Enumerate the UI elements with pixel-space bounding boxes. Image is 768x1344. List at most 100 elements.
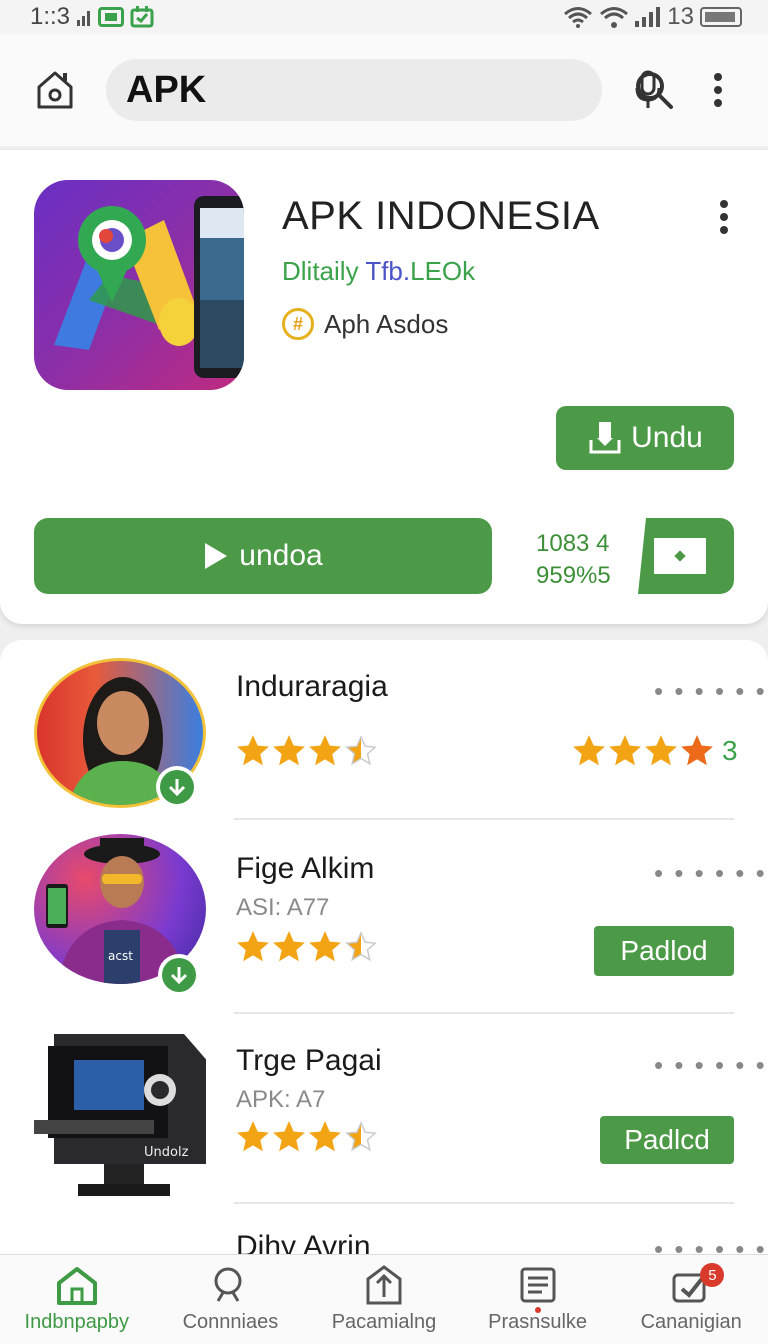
home-button[interactable] bbox=[26, 61, 84, 119]
nav-item-search[interactable]: Connniaes bbox=[154, 1255, 308, 1344]
star-icon bbox=[681, 735, 713, 766]
list-item[interactable]: Induraragia • • • • • • 3 bbox=[0, 640, 768, 820]
nav-label: Connniaes bbox=[182, 1311, 279, 1333]
star-icon bbox=[237, 931, 269, 962]
download-button[interactable]: Padlod bbox=[594, 926, 734, 976]
app-more-button[interactable] bbox=[712, 198, 736, 238]
list-item-title: Trge Pagai bbox=[236, 1044, 382, 1077]
list-item-more-button[interactable]: • • • • • • bbox=[654, 860, 767, 886]
list-item-title: Fige Alkim bbox=[236, 852, 375, 885]
app-subtitle-green: Dlitaily bbox=[282, 256, 366, 286]
nav-label: Cananigian bbox=[640, 1311, 742, 1333]
nav-item-notifications[interactable]: 5 Cananigian bbox=[614, 1255, 768, 1344]
rating-stars bbox=[236, 930, 378, 964]
list-item-more-button[interactable]: • • • • • • bbox=[654, 678, 767, 704]
calendar-check-icon bbox=[130, 6, 154, 28]
list-item[interactable]: acst Fige Alkim ASI: A77 • • • • • • Pad… bbox=[0, 820, 768, 1014]
list-item-more-button[interactable]: • • • • • • bbox=[654, 1052, 767, 1078]
battery-icon bbox=[700, 7, 742, 27]
nav-item-upload[interactable]: Pacamialng bbox=[307, 1255, 461, 1344]
app-subtitle-blue[interactable]: Tfb. bbox=[365, 256, 410, 286]
download-badge[interactable] bbox=[158, 954, 200, 996]
list-item[interactable]: Dihy Avrin • • • • • • bbox=[0, 1204, 768, 1256]
featured-app-card: APK INDONESIA Dlitaily Tfb.LEOk # Aph As… bbox=[0, 150, 768, 624]
document-list-icon bbox=[520, 1267, 556, 1303]
download-box-icon bbox=[589, 422, 621, 454]
play-icon bbox=[205, 543, 228, 569]
kebab-menu-icon bbox=[720, 200, 728, 234]
map-pin-logo-icon bbox=[54, 196, 244, 378]
star-icon bbox=[237, 735, 269, 766]
star-icon bbox=[609, 735, 641, 766]
nav-item-home[interactable]: Indbnpapby bbox=[0, 1255, 154, 1344]
app-subtitle-green-2: LEOk bbox=[410, 256, 476, 286]
download-arrow-icon bbox=[170, 967, 188, 985]
home-icon bbox=[56, 1267, 97, 1305]
right-rating: 3 bbox=[572, 734, 738, 768]
app-subtitle: Dlitaily Tfb.LEOk bbox=[282, 256, 475, 287]
search-icon bbox=[636, 72, 673, 109]
download-button-label: Undu bbox=[631, 421, 703, 454]
star-icon bbox=[645, 735, 677, 766]
top-app-bar bbox=[0, 34, 768, 146]
status-number: 13 bbox=[667, 3, 694, 30]
kebab-menu-icon bbox=[714, 73, 722, 107]
secondary-action-button[interactable] bbox=[634, 518, 734, 594]
nav-label: Prasnsulke bbox=[488, 1311, 588, 1333]
list-item-more-button[interactable]: • • • • • • bbox=[654, 1236, 767, 1256]
avatar: Undolz bbox=[34, 1024, 206, 1200]
list-item-subtitle: APK: A7 bbox=[236, 1086, 326, 1113]
star-icon bbox=[273, 735, 305, 766]
app-stats: 1083 4 959%5 bbox=[536, 528, 611, 592]
upload-box-icon bbox=[366, 1265, 402, 1305]
right-rating-stars bbox=[572, 734, 714, 768]
home-icon bbox=[37, 71, 73, 109]
install-play-button[interactable]: undoa bbox=[34, 518, 492, 594]
list-item-title: Induraragia bbox=[236, 670, 388, 703]
signal-bars-icon bbox=[77, 11, 91, 26]
app-stat-1: 1083 4 bbox=[536, 530, 610, 557]
app-list: Induraragia • • • • • • 3 acst Fige Alki… bbox=[0, 640, 768, 1256]
list-item-title: Dihy Avrin bbox=[236, 1230, 371, 1256]
app-title: APK INDONESIA bbox=[282, 194, 600, 238]
list-item[interactable]: Undolz Trge Pagai APK: A7 • • • • • • Pa… bbox=[0, 1014, 768, 1204]
ticket-icon bbox=[654, 538, 706, 574]
wifi-icon bbox=[600, 7, 629, 28]
download-badge[interactable] bbox=[156, 766, 198, 808]
bottom-navigation: Indbnpapby Connniaes Pacamialng Prasnsul… bbox=[0, 1254, 768, 1344]
developer-row[interactable]: # Aph Asdos bbox=[282, 308, 448, 340]
list-item-subtitle: ASI: A77 bbox=[236, 894, 330, 921]
app-icon[interactable] bbox=[34, 180, 244, 390]
star-icon bbox=[273, 931, 305, 962]
more-options-button[interactable] bbox=[708, 66, 728, 114]
star-icon bbox=[309, 931, 341, 962]
rating-stars bbox=[236, 1120, 378, 1154]
nav-item-documents[interactable]: Prasnsulke bbox=[461, 1255, 615, 1344]
search-button[interactable] bbox=[630, 66, 678, 114]
download-button[interactable]: Padlcd bbox=[600, 1116, 734, 1164]
developer-badge-icon: # bbox=[282, 308, 314, 340]
star-icon bbox=[309, 1121, 341, 1152]
search-bar[interactable] bbox=[106, 59, 661, 121]
signal-bars-icon bbox=[635, 7, 661, 27]
search-icon bbox=[214, 1267, 242, 1302]
install-play-label: undoa bbox=[239, 539, 323, 572]
download-arrow-icon bbox=[168, 779, 186, 797]
notification-dot bbox=[534, 1307, 541, 1313]
notification-badge: 5 bbox=[700, 1263, 725, 1287]
star-icon bbox=[237, 1121, 269, 1152]
status-right: 13 bbox=[563, 3, 742, 31]
developer-name: Aph Asdos bbox=[324, 308, 449, 339]
download-button[interactable]: Undu bbox=[556, 406, 734, 470]
status-time: 1::3 bbox=[30, 3, 71, 30]
star-icon bbox=[345, 931, 377, 962]
nav-label: Indbnpapby bbox=[24, 1311, 130, 1333]
right-rating-value: 3 bbox=[722, 735, 738, 766]
star-icon bbox=[345, 735, 377, 766]
status-left: 1::3 bbox=[30, 3, 154, 31]
rating-stars bbox=[236, 734, 378, 768]
wifi-icon bbox=[564, 7, 593, 28]
search-input[interactable] bbox=[126, 68, 634, 112]
star-icon bbox=[573, 735, 605, 766]
star-icon bbox=[273, 1121, 305, 1152]
